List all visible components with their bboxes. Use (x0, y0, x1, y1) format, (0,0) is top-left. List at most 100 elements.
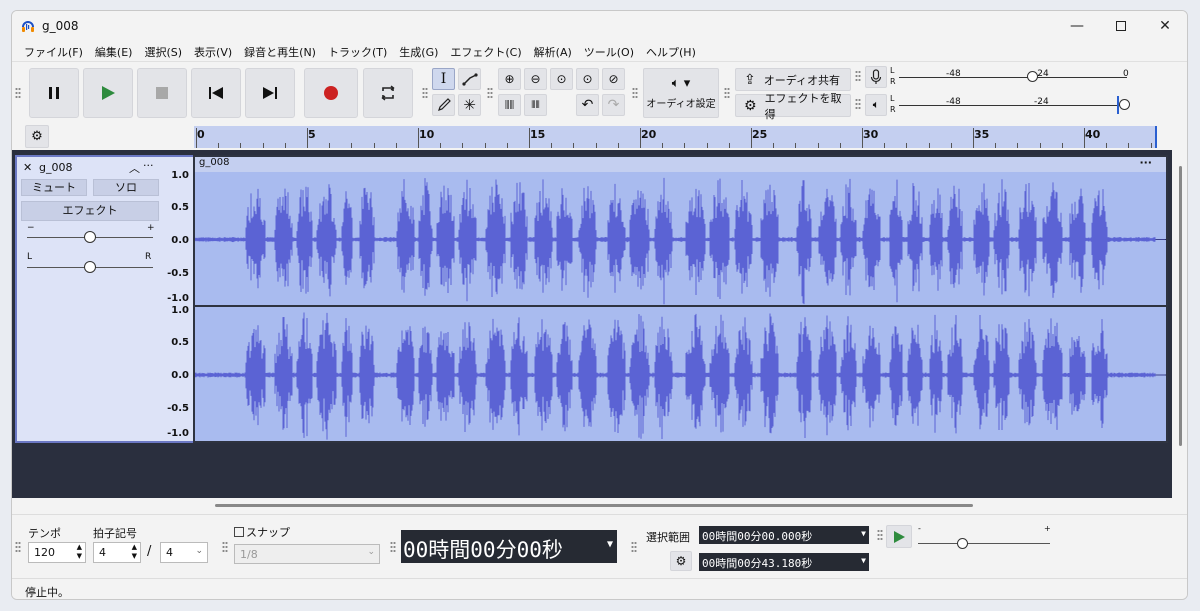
track-menu-icon[interactable]: ··· (143, 159, 154, 172)
clip-header[interactable]: g_008 ··· (195, 156, 1166, 172)
maximize-button[interactable] (1099, 11, 1143, 41)
menu-generate[interactable]: 生成(G) (393, 41, 444, 61)
multi-tool-button[interactable]: ✳ (458, 94, 481, 116)
toolbar-grip[interactable] (15, 87, 21, 99)
minimize-button[interactable]: — (1055, 11, 1099, 41)
time-grip[interactable] (390, 541, 396, 553)
silence-button[interactable]: ⫴⫴ (524, 94, 547, 116)
selection-grip[interactable] (631, 541, 637, 553)
record-meter-button[interactable] (865, 66, 887, 88)
play-at-speed-button[interactable] (886, 525, 912, 548)
vertical-scroll-thumb[interactable] (1179, 166, 1182, 446)
record-meter-slider-thumb[interactable] (1027, 71, 1038, 82)
play-at-speed-grip[interactable] (877, 529, 883, 541)
time-display[interactable]: 00時間00分00秒 ▼ (401, 530, 617, 563)
gain-slider-thumb[interactable] (84, 231, 96, 243)
edit-grip[interactable] (487, 87, 493, 99)
audio-setup-button[interactable]: 🔈︎ ▾ オーディオ設定 (643, 68, 719, 118)
vertical-scrollbar[interactable] (1172, 150, 1187, 514)
time-signature-grip[interactable] (15, 541, 21, 553)
playback-meter[interactable]: L R -48 -24 0 (890, 94, 1130, 116)
menu-help[interactable]: ヘルプ(H) (640, 41, 702, 61)
waveform-channel-right[interactable] (195, 307, 1166, 442)
record-button[interactable] (304, 68, 358, 118)
audio-setup-grip[interactable] (632, 87, 638, 99)
menu-effect[interactable]: エフェクト(C) (444, 41, 527, 61)
timeline-settings-button[interactable]: ⚙ (25, 125, 49, 148)
menu-edit[interactable]: 編集(E) (89, 41, 139, 61)
menu-select[interactable]: 選択(S) (138, 41, 188, 61)
play-speed-slider-thumb[interactable] (956, 538, 968, 549)
loop-button[interactable] (363, 68, 413, 118)
record-meter-grip[interactable] (855, 70, 861, 82)
speaker-dropdown-icon: 🔈︎ ▾ (671, 76, 691, 91)
share-audio-button[interactable]: ⇪ オーディオ共有 (735, 68, 851, 91)
snap-grip[interactable] (222, 541, 228, 553)
time-sig-denominator-select[interactable]: 4 ⌄ (160, 542, 208, 563)
zoom-in-button[interactable]: ⊕ (498, 68, 521, 90)
horizontal-scroll-thumb[interactable] (215, 504, 973, 507)
toolbar: I ✳ ⊕ ⊖ ⊙ ⊙ ⊘ ⫼⫼ ⫴⫴ ↶ ↷ 🔈︎ ▾ オーディオ設定 ⇪ オ… (12, 61, 1187, 123)
chevron-down-icon: ▼ (861, 529, 866, 538)
solo-button[interactable]: ソロ (93, 179, 159, 196)
skip-to-end-button[interactable] (245, 68, 295, 118)
scale-label: -1.0 (167, 293, 189, 304)
track-effects-button[interactable]: エフェクト (21, 201, 159, 221)
menu-view[interactable]: 表示(V) (188, 41, 238, 61)
fit-project-button[interactable]: ⊙ (576, 68, 599, 90)
timeline-ruler[interactable]: 0 5 10 15 20 25 30 35 40 (194, 126, 1157, 148)
pan-right-label: R (145, 252, 152, 262)
clip-menu-icon[interactable]: ··· (1139, 156, 1152, 169)
get-effects-button[interactable]: ⚙ エフェクトを取得 (735, 92, 851, 121)
draw-tool-button[interactable] (432, 94, 455, 116)
trim-button[interactable]: ⫼⫼ (498, 94, 521, 116)
ruler-tick (817, 143, 819, 148)
pan-slider-thumb[interactable] (84, 261, 96, 273)
play-meter-button[interactable]: 🔈︎ (865, 94, 887, 116)
tempo-input[interactable]: 120 ▲ ▼ (28, 542, 86, 563)
playback-meter-slider-thumb[interactable] (1119, 99, 1130, 110)
snap-checkbox[interactable]: スナップ (234, 524, 290, 540)
ruler-tick (240, 143, 242, 148)
selection-start-time[interactable]: 00時間00分00.000秒 ▼ (699, 526, 869, 544)
undo-button[interactable]: ↶ (576, 94, 599, 116)
record-meter[interactable]: L R -48 -24 0 (890, 66, 1129, 88)
play-button[interactable] (83, 68, 133, 118)
track-name[interactable]: g_008 (39, 161, 72, 174)
ruler-tick (1039, 143, 1041, 148)
selection-tool-button[interactable]: I (432, 68, 455, 90)
menu-transport[interactable]: 録音と再生(N) (238, 41, 322, 61)
waveform-channel-left[interactable] (195, 172, 1166, 307)
menu-file[interactable]: ファイル(F) (18, 41, 89, 61)
collapse-track-icon[interactable]: ︿ (129, 160, 140, 176)
ruler-tick (395, 143, 397, 148)
mute-button[interactable]: ミュート (21, 179, 87, 196)
pan-left-label: L (27, 252, 33, 262)
zoom-toggle-button[interactable]: ⊘ (602, 68, 625, 90)
fit-selection-button[interactable]: ⊙ (550, 68, 573, 90)
envelope-tool-button[interactable] (458, 68, 481, 90)
selection-end-time[interactable]: 00時間00分43.180秒 ▼ (699, 553, 869, 571)
spin-arrows-icon[interactable]: ▲ ▼ (132, 543, 137, 561)
menu-tools[interactable]: ツール(O) (578, 41, 640, 61)
snap-select[interactable]: 1/8 ⌄ (234, 544, 380, 564)
menu-tracks[interactable]: トラック(T) (322, 41, 393, 61)
close-button[interactable]: ✕ (1143, 11, 1187, 41)
skip-to-start-button[interactable] (191, 68, 241, 118)
audio-clip[interactable]: g_008 ··· (193, 155, 1168, 443)
share-grip[interactable] (724, 87, 730, 99)
time-sig-numerator-input[interactable]: 4 ▲ ▼ (93, 542, 141, 563)
tools-grip[interactable] (422, 87, 428, 99)
stop-button[interactable] (137, 68, 187, 118)
redo-button[interactable]: ↷ (602, 94, 625, 116)
vertical-scale[interactable]: 1.0 0.5 0.0 -0.5 -1.0 1.0 0.5 0.0 -0.5 -… (163, 155, 193, 443)
selection-settings-button[interactable]: ⚙ (670, 551, 692, 571)
zoom-out-button[interactable]: ⊖ (524, 68, 547, 90)
play-meter-grip[interactable] (855, 98, 861, 110)
play-speed-slider-track[interactable] (918, 543, 1050, 544)
horizontal-scrollbar[interactable] (12, 498, 1172, 514)
menu-analyze[interactable]: 解析(A) (528, 41, 578, 61)
pause-button[interactable] (29, 68, 79, 118)
close-track-icon[interactable]: ✕ (23, 161, 32, 174)
spin-arrows-icon[interactable]: ▲ ▼ (77, 543, 82, 561)
